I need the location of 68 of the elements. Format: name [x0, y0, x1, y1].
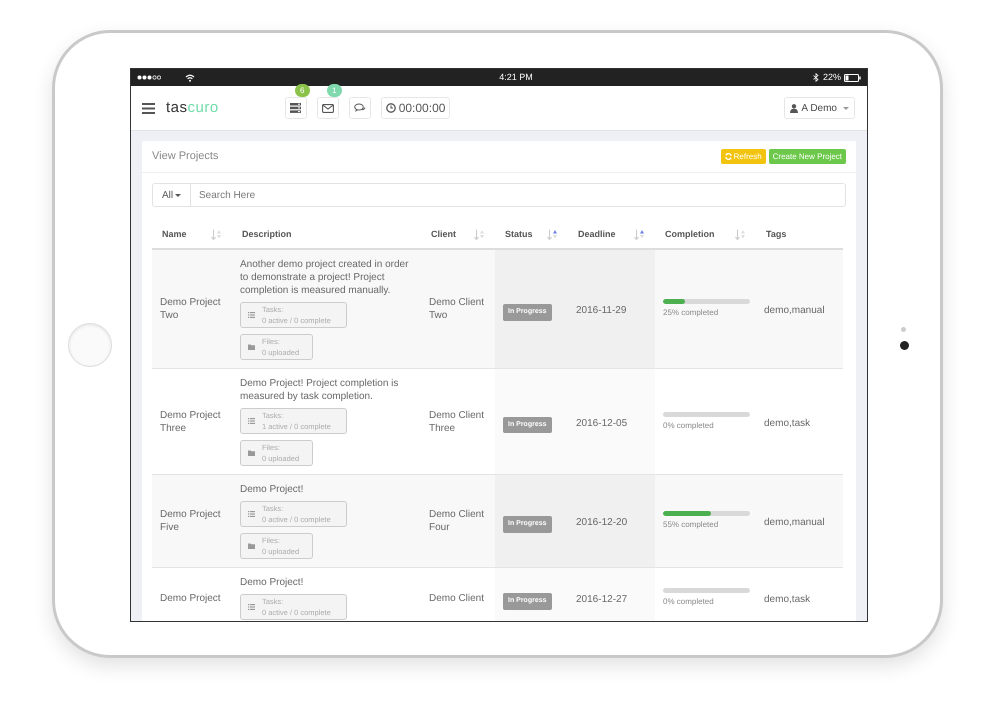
column-header: Description [242, 228, 292, 241]
header-icon-button[interactable] [284, 97, 307, 119]
project-tags: demo,task [764, 418, 810, 428]
completion-text: 25% completed [663, 307, 720, 319]
client-name: Demo Client Three [429, 408, 486, 434]
search-field[interactable]: All Search Here [152, 183, 846, 207]
column-header[interactable]: Name [162, 228, 187, 242]
count-badge: 6 [294, 84, 310, 97]
deadline-date: 2016-11-29 [576, 305, 626, 316]
battery-text: 22% [822, 70, 841, 84]
chat-icon [354, 103, 366, 113]
filter-dropdown[interactable]: All [153, 184, 191, 206]
timer-display[interactable]: 00:00:00 [380, 97, 450, 119]
list-icon [248, 511, 255, 517]
folder-icon [248, 344, 255, 350]
user-icon [790, 104, 798, 112]
project-name[interactable]: Demo Project Five [160, 508, 224, 534]
clock-icon [386, 103, 396, 113]
project-name[interactable]: Demo Project [160, 592, 224, 604]
column-header[interactable]: Status [505, 228, 533, 242]
folder-icon [248, 450, 255, 456]
folder-icon [248, 543, 255, 549]
column-header: Tags [766, 228, 786, 241]
app-logo[interactable]: tascuro [166, 96, 219, 120]
project-tags: demo,manual [764, 305, 825, 316]
client-name: Demo Client Four [429, 508, 486, 534]
caret-icon [175, 194, 182, 196]
project-tags: demo,task [764, 594, 810, 605]
caret-icon [843, 106, 849, 110]
client-name: Demo Client Two [429, 296, 486, 322]
panel-title: View Projects [152, 149, 218, 164]
column-header[interactable]: Completion [665, 228, 714, 242]
refresh-icon [724, 153, 732, 160]
header-icon-button[interactable] [348, 97, 371, 119]
column-header[interactable]: Deadline [578, 228, 616, 242]
count-badge: 1 [326, 84, 342, 97]
server-icon [290, 103, 302, 113]
signal-icon [137, 75, 161, 80]
menu-icon[interactable] [142, 102, 155, 114]
client-name: Demo Client [429, 592, 486, 604]
deadline-date: 2016-12-05 [576, 418, 628, 428]
completion-text: 55% completed [663, 519, 720, 531]
column-header[interactable]: Client [431, 228, 456, 242]
project-tags: demo,manual [764, 517, 825, 528]
battery-icon [844, 74, 861, 82]
list-icon [248, 312, 255, 318]
sort-icon[interactable] [547, 229, 558, 240]
header-icon-button[interactable] [316, 97, 339, 119]
completion-text: 0% completed [663, 596, 715, 608]
sort-icon[interactable] [634, 229, 645, 240]
clock-text: 4:21 PM [499, 70, 533, 84]
sensor-icon [901, 327, 906, 332]
project-description: Another demo project created in order to demonstrate a project! Project completion is measured manually. [240, 258, 410, 297]
project-description: Demo Project! [240, 576, 304, 589]
bluetooth-icon [812, 73, 819, 82]
completion-text: 0% completed [663, 420, 715, 432]
mail-icon [322, 104, 334, 112]
list-icon [248, 604, 255, 610]
wifi-icon [185, 74, 195, 82]
user-menu-button[interactable]: A Demo [784, 97, 855, 119]
deadline-date: 2016-12-20 [576, 517, 628, 528]
camera-icon [900, 341, 909, 350]
project-name[interactable]: Demo Project Two [160, 296, 224, 322]
project-name[interactable]: Demo Project Three [160, 408, 224, 434]
project-description: Demo Project! Project completion is measured by task completion. [240, 377, 400, 403]
project-description: Demo Project! [240, 483, 304, 496]
deadline-date: 2016-12-27 [576, 594, 628, 605]
list-icon [248, 418, 255, 424]
